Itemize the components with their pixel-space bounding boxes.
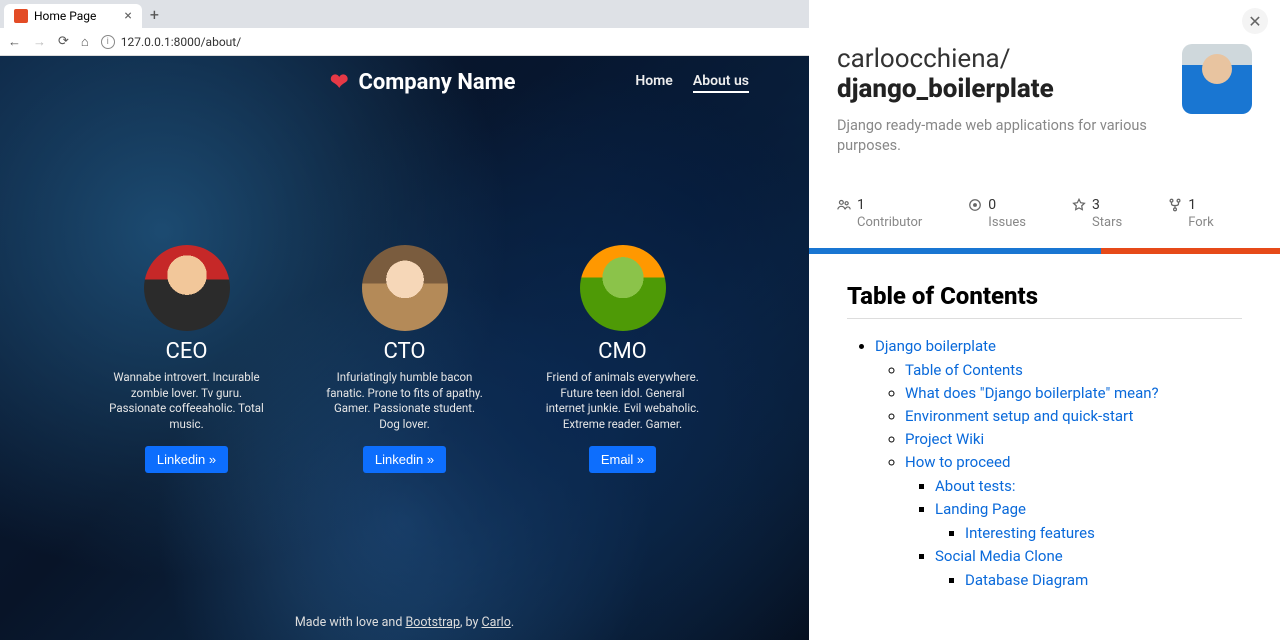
forward-icon[interactable]: → xyxy=(33,34,46,50)
stat-issues[interactable]: 0 Issues xyxy=(968,197,1026,230)
owner-avatar[interactable] xyxy=(1182,44,1252,114)
toc-link[interactable]: What does "Django boilerplate" mean? xyxy=(905,384,1159,402)
language-segment xyxy=(1101,248,1280,254)
star-icon xyxy=(1072,198,1086,212)
issue-icon xyxy=(968,198,982,212)
browser-tab-strip: Home Page × + xyxy=(0,0,809,28)
people-icon xyxy=(837,198,851,212)
nav-about[interactable]: About us xyxy=(693,73,749,93)
language-bar xyxy=(809,248,1280,254)
member-blurb: Wannabe introvert. Incurable zombie love… xyxy=(107,370,267,432)
toc-link[interactable]: Social Media Clone xyxy=(935,547,1063,565)
toc-link[interactable]: Landing Page xyxy=(935,500,1026,518)
stat-label: Issues xyxy=(988,215,1026,230)
browser-tab[interactable]: Home Page × xyxy=(4,4,142,28)
brand[interactable]: ❤ Company Name xyxy=(330,70,516,95)
role-label: CEO xyxy=(166,339,208,364)
nav-home[interactable]: Home xyxy=(635,73,673,93)
stat-stars[interactable]: 3 Stars xyxy=(1072,197,1122,230)
footer-prefix: Made with love and xyxy=(295,615,406,630)
reload-icon[interactable]: ⟳ xyxy=(58,34,69,49)
repo-owner: carloocchiena/ xyxy=(837,44,1010,74)
linkedin-button[interactable]: Linkedin » xyxy=(145,446,228,473)
footer-author-link[interactable]: Carlo xyxy=(482,615,511,630)
stat-forks[interactable]: 1 Fork xyxy=(1168,197,1213,230)
stat-value: 0 xyxy=(988,197,996,213)
avatar xyxy=(362,245,448,331)
close-tab-icon[interactable]: × xyxy=(124,8,131,24)
team-member-cmo: CMO Friend of animals everywhere. Future… xyxy=(543,245,703,473)
brand-text: Company Name xyxy=(358,70,515,95)
role-label: CTO xyxy=(384,339,426,364)
stat-contributors[interactable]: 1 Contributor xyxy=(837,197,922,230)
url-bar[interactable]: i 127.0.0.1:8000/about/ xyxy=(101,35,801,49)
stat-value: 1 xyxy=(857,197,865,213)
readme-toc: Table of Contents Django boilerplate Tab… xyxy=(809,254,1280,622)
site-footer: Made with love and Bootstrap, by Carlo. xyxy=(0,615,809,640)
toc-link[interactable]: Interesting features xyxy=(965,524,1095,542)
browser-toolbar: ← → ⟳ ⌂ i 127.0.0.1:8000/about/ xyxy=(0,28,809,56)
repo-description: Django ready-made web applications for v… xyxy=(837,116,1157,157)
new-tab-button[interactable]: + xyxy=(150,5,159,24)
fork-icon xyxy=(1168,198,1182,212)
repo-title[interactable]: carloocchiena/ django_boilerplate xyxy=(837,44,1164,104)
stat-value: 1 xyxy=(1188,197,1196,213)
home-icon[interactable]: ⌂ xyxy=(81,34,89,50)
tab-title: Home Page xyxy=(34,9,96,23)
repo-stats: 1 Contributor 0 Issues 3 Stars 1 Fork xyxy=(809,157,1280,248)
member-blurb: Infuriatingly humble bacon fanatic. Pron… xyxy=(325,370,485,432)
toc-link[interactable]: About tests: xyxy=(935,477,1016,495)
email-button[interactable]: Email » xyxy=(589,446,656,473)
toc-link[interactable]: How to proceed xyxy=(905,453,1010,471)
site-nav: Home About us xyxy=(635,73,749,93)
footer-suffix: . xyxy=(511,615,514,630)
footer-mid: , by xyxy=(460,615,482,630)
toc-title: Table of Contents xyxy=(847,282,1242,319)
site-info-icon[interactable]: i xyxy=(101,35,115,49)
linkedin-button[interactable]: Linkedin » xyxy=(363,446,446,473)
language-segment xyxy=(809,248,1101,254)
favicon-icon xyxy=(14,9,28,23)
back-icon[interactable]: ← xyxy=(8,34,21,50)
stat-label: Contributor xyxy=(857,215,922,230)
stat-label: Stars xyxy=(1092,215,1122,230)
repo-name: django_boilerplate xyxy=(837,74,1054,104)
toc-link[interactable]: Environment setup and quick-start xyxy=(905,407,1133,425)
avatar xyxy=(144,245,230,331)
avatar xyxy=(580,245,666,331)
toc-link[interactable]: Project Wiki xyxy=(905,430,984,448)
role-label: CMO xyxy=(598,339,647,364)
url-text: 127.0.0.1:8000/about/ xyxy=(121,35,241,49)
team-section: CEO Wannabe introvert. Incurable zombie … xyxy=(0,245,809,473)
heart-icon: ❤ xyxy=(330,70,348,95)
footer-lib-link[interactable]: Bootstrap xyxy=(405,615,460,630)
stat-label: Fork xyxy=(1188,215,1213,230)
stat-value: 3 xyxy=(1092,197,1100,213)
team-member-cto: CTO Infuriatingly humble bacon fanatic. … xyxy=(325,245,485,473)
toc-link[interactable]: Database Diagram xyxy=(965,571,1088,589)
close-icon[interactable]: ✕ xyxy=(1242,8,1268,34)
page-content: ❤ Company Name Home About us CEO Wannabe… xyxy=(0,56,809,640)
member-blurb: Friend of animals everywhere. Future tee… xyxy=(543,370,703,432)
repo-panel: ✕ carloocchiena/ django_boilerplate Djan… xyxy=(809,0,1280,640)
toc-link[interactable]: Django boilerplate xyxy=(875,337,996,355)
toc-link[interactable]: Table of Contents xyxy=(905,361,1023,379)
team-member-ceo: CEO Wannabe introvert. Incurable zombie … xyxy=(107,245,267,473)
